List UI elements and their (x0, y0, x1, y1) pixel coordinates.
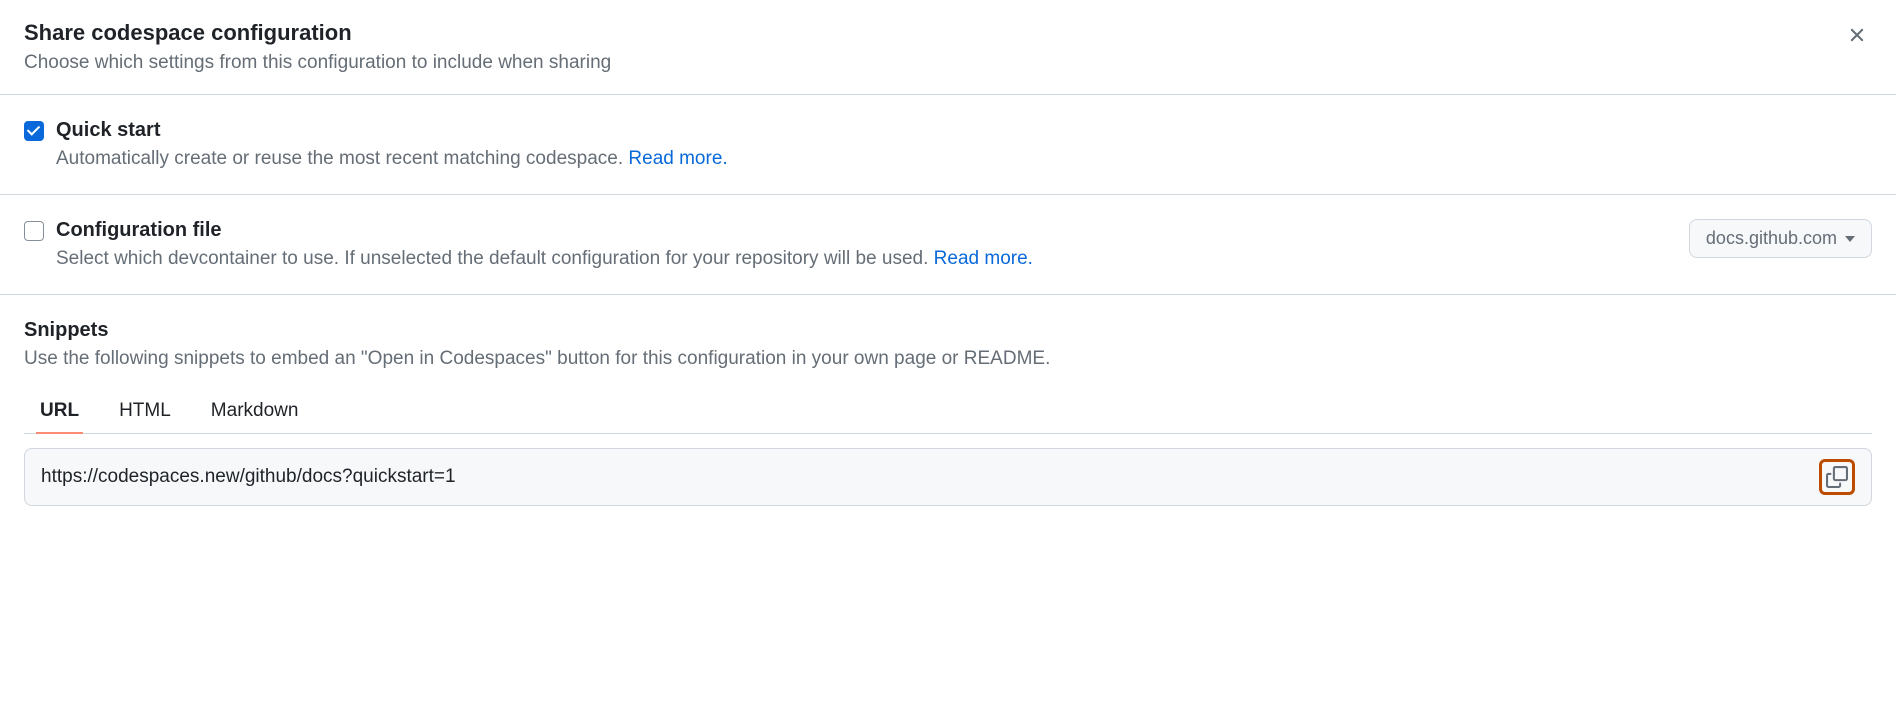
tab-url[interactable]: URL (36, 390, 83, 434)
configfile-checkbox[interactable] (24, 221, 44, 241)
option-quickstart: Quick start Automatically create or reus… (0, 95, 1896, 195)
chevron-down-icon (1845, 236, 1855, 242)
configfile-right: docs.github.com (1689, 219, 1872, 258)
configfile-dropdown[interactable]: docs.github.com (1689, 219, 1872, 258)
snippet-box: https://codespaces.new/github/docs?quick… (24, 448, 1872, 506)
dialog-header: Share codespace configuration Choose whi… (0, 0, 1896, 95)
configfile-dropdown-label: docs.github.com (1706, 228, 1837, 249)
quickstart-readmore-link[interactable]: Read more. (628, 148, 727, 169)
configfile-description: Select which devcontainer to use. If uns… (56, 248, 1677, 270)
copy-button[interactable] (1819, 459, 1855, 495)
quickstart-title: Quick start (56, 119, 1872, 142)
snippets-section: Snippets Use the following snippets to e… (0, 295, 1896, 522)
configfile-readmore-link[interactable]: Read more. (934, 248, 1033, 269)
snippet-tabs: URL HTML Markdown (24, 390, 1872, 434)
close-button[interactable] (1842, 20, 1872, 50)
dialog-title: Share codespace configuration (24, 20, 611, 46)
tab-markdown[interactable]: Markdown (207, 390, 303, 434)
tab-html[interactable]: HTML (115, 390, 175, 434)
snippets-title: Snippets (24, 319, 1872, 342)
configfile-title: Configuration file (56, 219, 1677, 242)
quickstart-checkbox[interactable] (24, 121, 44, 141)
snippet-text[interactable]: https://codespaces.new/github/docs?quick… (41, 466, 1807, 488)
quickstart-body: Quick start Automatically create or reus… (56, 119, 1872, 170)
dialog-header-text: Share codespace configuration Choose whi… (24, 20, 611, 74)
close-icon (1846, 24, 1868, 46)
dialog-subtitle: Choose which settings from this configur… (24, 52, 611, 74)
copy-icon (1826, 466, 1848, 488)
configfile-body: Configuration file Select which devconta… (56, 219, 1677, 270)
quickstart-description: Automatically create or reuse the most r… (56, 148, 1872, 170)
snippets-description: Use the following snippets to embed an "… (24, 348, 1872, 370)
option-configfile: Configuration file Select which devconta… (0, 195, 1896, 295)
